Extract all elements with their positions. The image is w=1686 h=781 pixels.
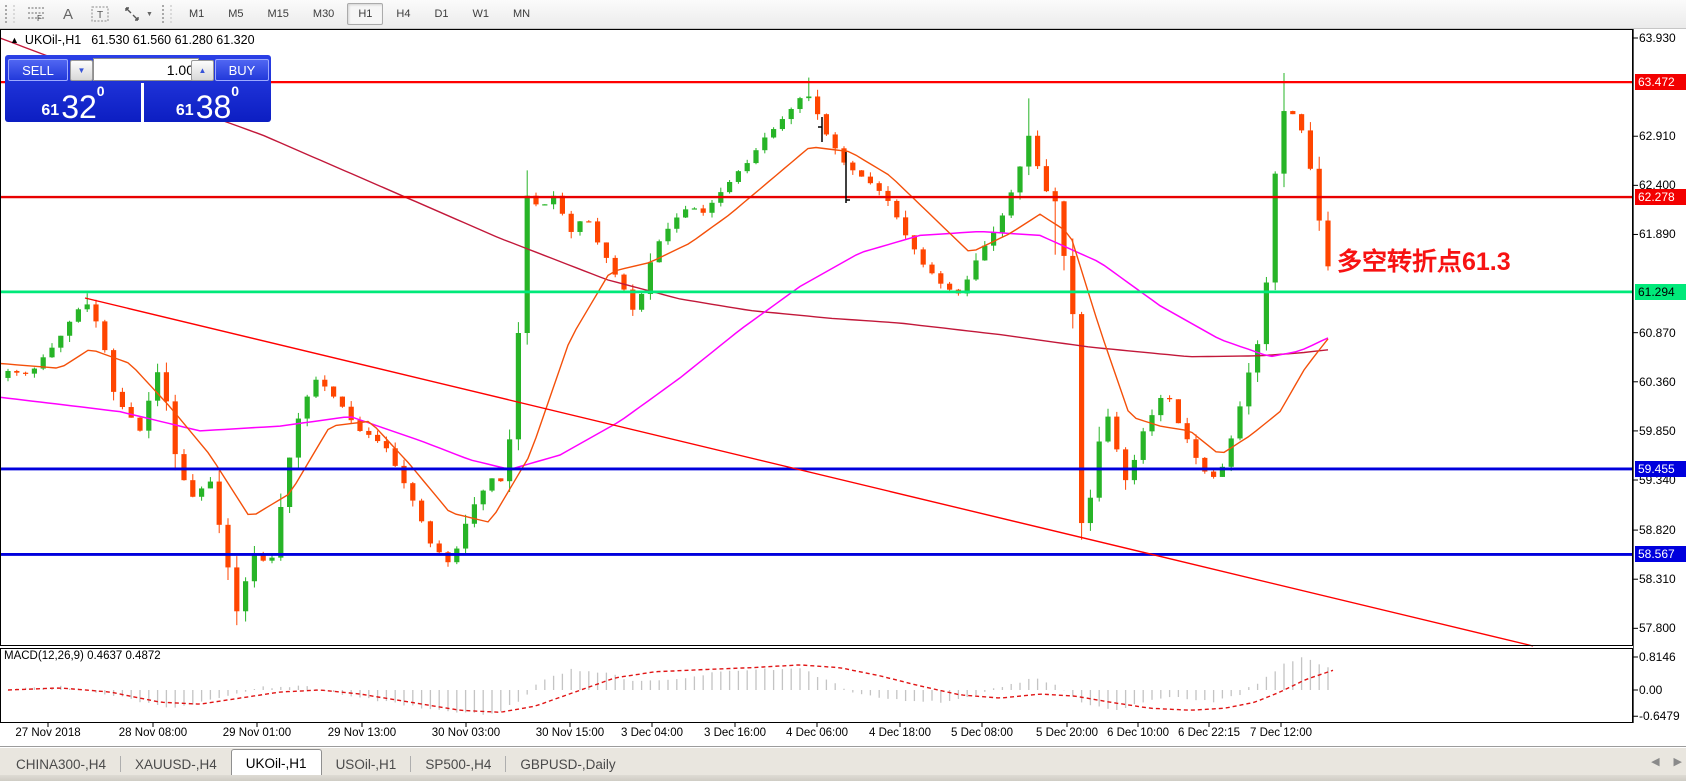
chart-tab-ukoil-h1[interactable]: UKOil-,H1 (230, 749, 322, 776)
price-line-badge: 63.472 (1635, 74, 1686, 91)
buy-button[interactable]: BUY (215, 59, 269, 81)
buy-price-sup: 0 (231, 83, 240, 99)
time-tick-label: 3 Dec 04:00 (620, 727, 684, 739)
price-line-badge: 62.278 (1635, 189, 1686, 206)
time-tick-label: 7 Dec 12:00 (1249, 727, 1313, 739)
time-tick-label: 5 Dec 20:00 (1035, 727, 1099, 739)
volume-decrease-button[interactable]: ▼ (70, 60, 93, 81)
buy-price-display[interactable]: 61 38 0 (144, 82, 271, 125)
sell-price-big: 32 (61, 89, 97, 126)
chart-symbol-timeframe: UKOil-,H1 (24, 33, 82, 47)
chart-header: ▲ UKOil-,H1 61.530 61.560 61.280 61.320 (10, 33, 255, 47)
timeframe-button-mn[interactable]: MN (502, 3, 541, 25)
timeframe-button-m15[interactable]: M15 (257, 3, 300, 25)
price-line-badge: 61.294 (1635, 283, 1686, 300)
price-tick-label: 58.310 (1639, 572, 1676, 587)
volume-increase-button[interactable]: ▲ (191, 60, 214, 81)
toolbar-grip2[interactable] (161, 5, 172, 23)
time-tick-label: 3 Dec 16:00 (703, 727, 767, 739)
arrows-tool-dropdown-icon[interactable]: ▼ (146, 11, 153, 18)
one-click-trading-panel: SELL ▼ ▲ BUY 61 32 0 61 38 0 (5, 55, 271, 125)
time-tick-label: 4 Dec 06:00 (785, 727, 849, 739)
svg-text:F: F (37, 14, 42, 22)
time-tick-label: 27 Nov 2018 (15, 727, 81, 739)
volume-input[interactable] (93, 58, 199, 81)
macd-tick-label: -0.6479 (1639, 709, 1680, 724)
buy-price-small: 61 (175, 102, 194, 119)
chart-tab-xauusd-h4[interactable]: XAUUSD-,H4 (121, 752, 231, 776)
time-tick-label: 29 Nov 01:00 (222, 727, 292, 739)
time-tick-label: 5 Dec 08:00 (950, 727, 1014, 739)
tab-scroll-left-icon[interactable]: ◀ (1651, 755, 1659, 768)
timeframe-button-m30[interactable]: M30 (302, 3, 345, 25)
price-line-badge: 58.567 (1635, 546, 1686, 563)
price-tick-label: 62.910 (1639, 129, 1676, 144)
timeframe-button-d1[interactable]: D1 (423, 3, 459, 25)
chart-tab-usoil-h1[interactable]: USOil-,H1 (322, 752, 411, 776)
timeframe-button-w1[interactable]: W1 (462, 3, 501, 25)
price-tick-label: 58.820 (1639, 523, 1676, 538)
sell-price-sup: 0 (96, 83, 105, 99)
text-tool-icon[interactable]: A (54, 2, 82, 26)
chart-ohlc-values: 61.530 61.560 61.280 61.320 (91, 33, 255, 47)
sell-price-small: 61 (41, 102, 60, 119)
time-tick-label: 28 Nov 08:00 (118, 727, 188, 739)
time-tick-label: 29 Nov 13:00 (327, 727, 397, 739)
time-tick-label: 30 Nov 15:00 (535, 727, 605, 739)
timeframe-button-h1[interactable]: H1 (347, 3, 384, 25)
svg-text:T: T (97, 10, 103, 21)
price-tick-label: 60.360 (1639, 374, 1676, 389)
collapse-quote-panel-icon[interactable]: ▲ (10, 35, 19, 45)
tab-scroll-right-icon[interactable]: ▶ (1674, 755, 1682, 768)
chart-tab-gbpusd-daily[interactable]: GBPUSD-,Daily (506, 752, 629, 776)
price-tick-label: 63.930 (1639, 31, 1676, 45)
time-tick-label: 6 Dec 22:15 (1177, 727, 1241, 739)
macd-indicator-label: MACD(12,26,9) 0.4637 0.4872 (4, 650, 161, 662)
macd-tick-label: 0.00 (1639, 683, 1663, 697)
chart-tab-bar: CHINA300-,H4 XAUUSD-,H4 UKOil-,H1 USOil-,H1… (0, 746, 1686, 776)
sell-price-display[interactable]: 61 32 0 (5, 82, 141, 125)
price-tick-label: 60.870 (1639, 325, 1676, 340)
sell-button[interactable]: SELL (8, 59, 68, 81)
timeframe-button-m5[interactable]: M5 (217, 3, 254, 25)
price-line-badge: 59.455 (1635, 460, 1686, 477)
macd-tick-label: 0.8146 (1639, 650, 1676, 664)
time-tick-label: 4 Dec 18:00 (868, 727, 932, 739)
fibonacci-tool-icon[interactable]: F (22, 2, 50, 26)
timeframe-button-group: M1 M5 M15 M30 H1 H4 D1 W1 MN (177, 3, 542, 25)
time-tick-label: 6 Dec 10:00 (1106, 727, 1170, 739)
arrows-tool-icon[interactable] (118, 2, 146, 26)
status-strip (0, 775, 1686, 781)
toolbar-grip[interactable] (5, 5, 15, 23)
buy-price-big: 38 (195, 89, 232, 126)
timeframe-button-h4[interactable]: H4 (385, 3, 421, 25)
top-toolbar: F A T ▼ M1 M5 M15 M30 H1 H4 D1 W1 MN (0, 0, 1686, 29)
label-tool-icon[interactable]: T (86, 2, 114, 26)
timeframe-button-m1[interactable]: M1 (178, 3, 215, 25)
time-tick-label: 30 Nov 03:00 (431, 727, 501, 739)
price-tick-label: 59.850 (1639, 423, 1676, 438)
price-tick-label: 61.890 (1639, 227, 1676, 242)
trend-turning-point-annotation: 多空转折点61.3 (1337, 248, 1511, 276)
price-tick-label: 57.800 (1639, 621, 1676, 636)
chart-tab-china300-h4[interactable]: CHINA300-,H4 (2, 752, 120, 776)
chart-tab-sp500-h4[interactable]: SP500-,H4 (411, 752, 505, 776)
